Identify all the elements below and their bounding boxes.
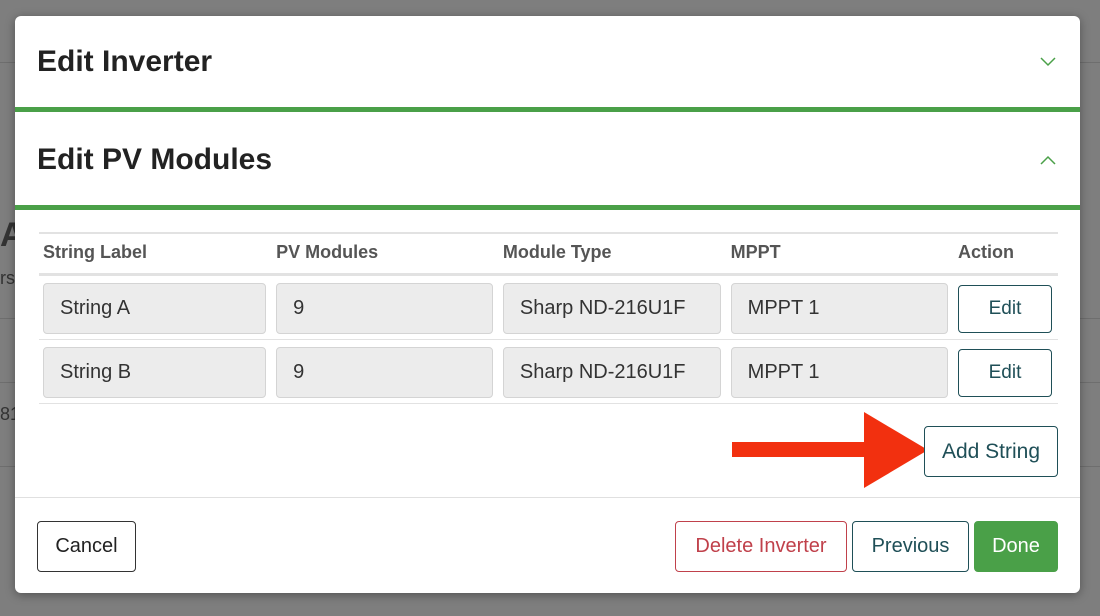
strings-table: String Label PV Modules Module Type MPPT… (39, 232, 1058, 404)
section-divider (15, 205, 1080, 210)
pv-modules-field: 9 (276, 283, 493, 334)
table-header-row: String Label PV Modules Module Type MPPT… (39, 232, 1058, 276)
bg-text-fragment: rs (0, 268, 15, 288)
string-label-field: String A (43, 283, 267, 334)
chevron-up-icon[interactable] (1036, 148, 1060, 172)
column-header-action: Action (954, 232, 1058, 276)
module-type-field: Sharp ND-216U1F (502, 347, 721, 398)
column-header-mppt: MPPT (726, 232, 954, 276)
cancel-button[interactable]: Cancel (37, 521, 136, 572)
table-row: String B 9 Sharp ND-216U1F MPPT 1 Edit (39, 339, 1058, 404)
edit-string-button[interactable]: Edit (958, 348, 1052, 397)
column-header-module-type: Module Type (498, 232, 727, 276)
footer-divider (15, 497, 1080, 498)
module-type-field: Sharp ND-216U1F (502, 283, 721, 334)
edit-inverter-modal: Edit Inverter Edit PV Modules String Lab… (15, 16, 1080, 593)
section-divider (15, 107, 1080, 112)
chevron-down-icon[interactable] (1036, 50, 1060, 74)
mppt-field: MPPT 1 (730, 347, 948, 398)
red-arrow-icon (732, 412, 928, 488)
done-button[interactable]: Done (974, 521, 1058, 572)
table-row: String A 9 Sharp ND-216U1F MPPT 1 Edit (39, 274, 1058, 340)
edit-string-button[interactable]: Edit (958, 284, 1052, 333)
string-label-field: String B (43, 347, 267, 398)
section-title-edit-inverter: Edit Inverter (37, 45, 213, 78)
section-edit-inverter-header[interactable]: Edit Inverter (15, 16, 1080, 108)
column-header-string-label: String Label (39, 232, 273, 276)
section-edit-pv-modules-header[interactable]: Edit PV Modules (15, 114, 1080, 206)
previous-button[interactable]: Previous (852, 521, 969, 572)
add-string-button[interactable]: Add String (924, 426, 1058, 477)
pv-modules-field: 9 (276, 347, 493, 398)
delete-inverter-button[interactable]: Delete Inverter (675, 521, 847, 572)
column-header-pv-modules: PV Modules (272, 232, 499, 276)
mppt-field: MPPT 1 (730, 283, 948, 334)
section-title-edit-pv-modules: Edit PV Modules (37, 143, 273, 176)
